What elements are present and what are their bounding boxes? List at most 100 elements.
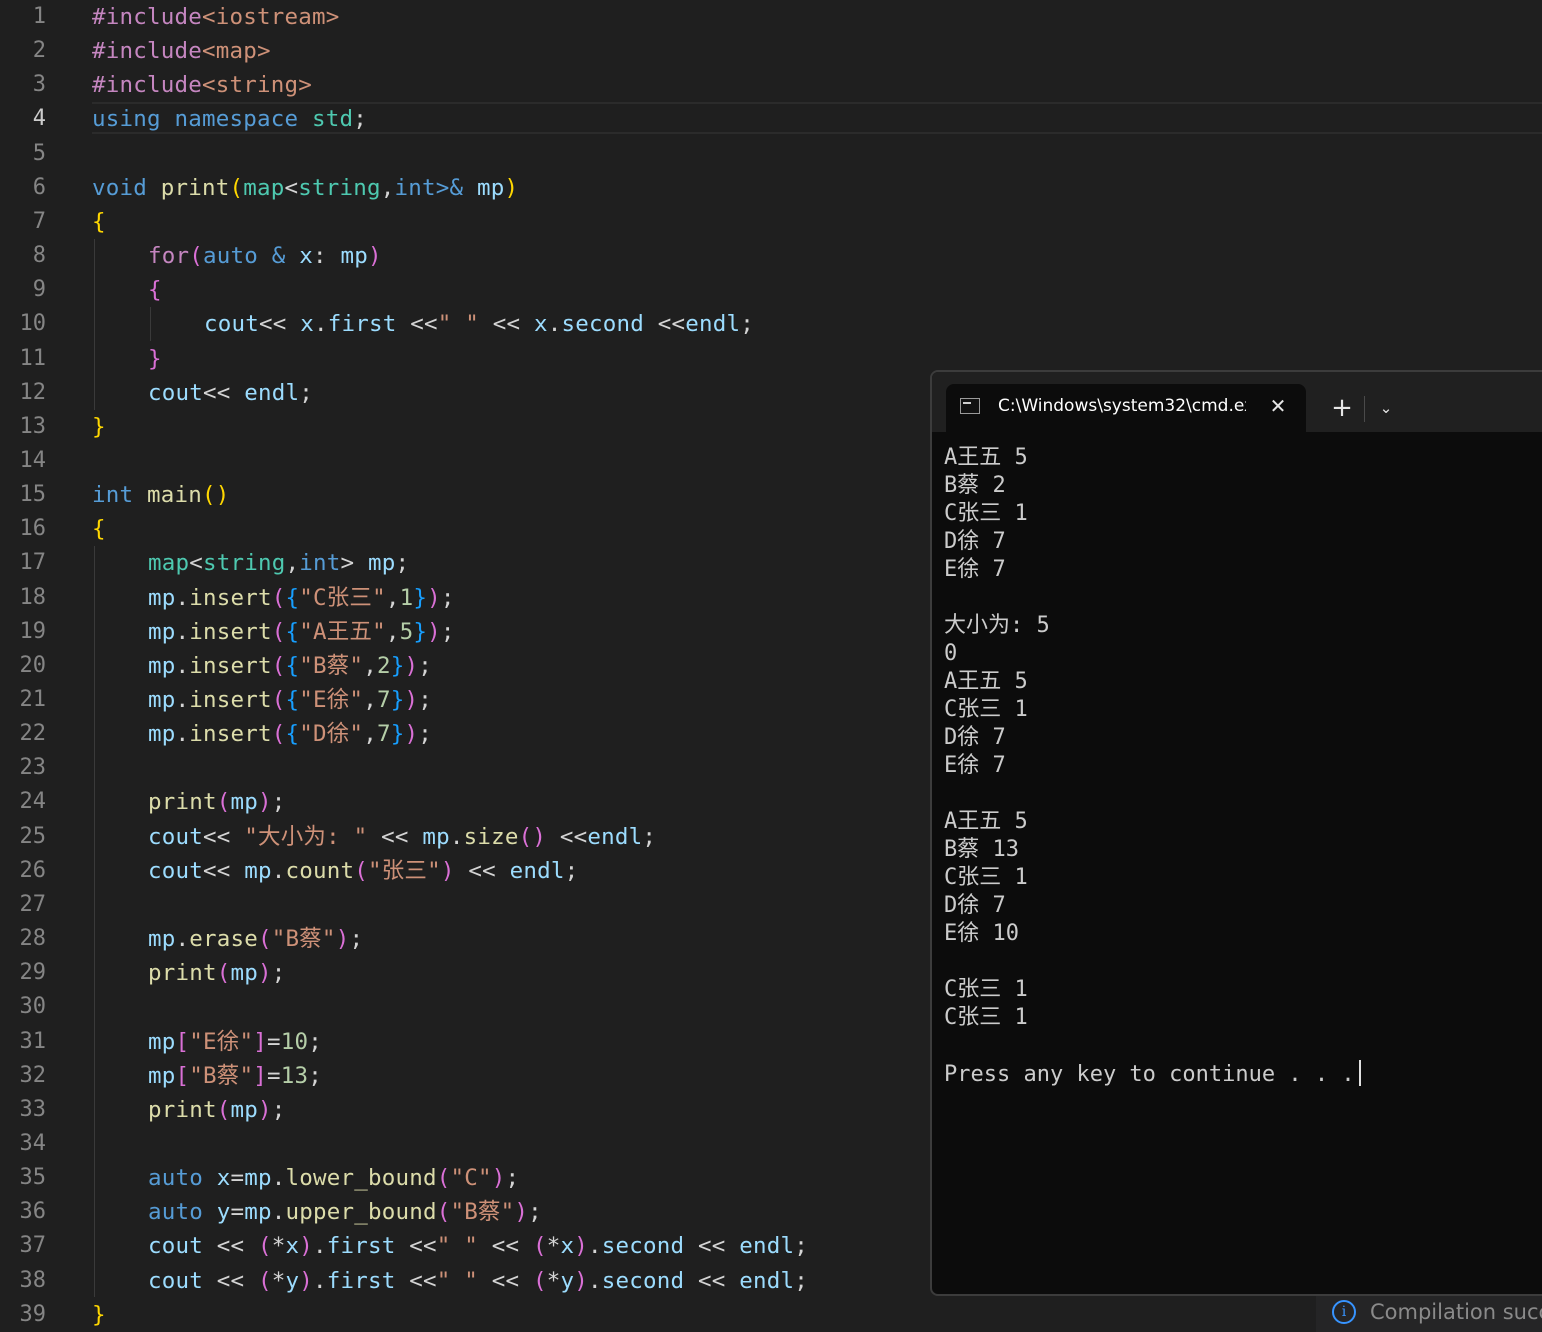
code-line: 7{ (0, 205, 1542, 239)
code-token: ; (299, 380, 313, 406)
code-token: ( (436, 1165, 451, 1191)
terminal-output-line: A王五 5 (944, 808, 1542, 836)
chevron-down-icon[interactable]: ⌄ (1372, 392, 1400, 424)
code-token: mp (148, 1029, 176, 1055)
code-text: { (148, 277, 162, 303)
code-token: using (92, 106, 161, 132)
code-token: { (285, 687, 300, 713)
code-text: mp.insert({"B蔡",2}); (148, 653, 432, 679)
code-token: ( (258, 1233, 272, 1259)
code-text: { (92, 516, 106, 542)
close-icon[interactable]: ✕ (1264, 392, 1292, 420)
terminal-window[interactable]: C:\Windows\system32\cmd.exe ✕ + ⌄ A王五 5 B… (930, 370, 1542, 1296)
code-token: ; (271, 960, 286, 986)
code-token: ) (504, 175, 519, 201)
code-token: << (367, 824, 423, 850)
code-token: cout (148, 1233, 203, 1259)
code-token: << (643, 311, 686, 337)
code-token: = (266, 1029, 281, 1055)
terminal-output-text: A王五 5 (944, 809, 1028, 834)
code-text: } (148, 346, 162, 372)
code-token: . (314, 311, 328, 337)
code-line: 5 (0, 137, 1542, 171)
terminal-titlebar: C:\Windows\system32\cmd.exe ✕ + ⌄ (932, 372, 1542, 432)
code-token: ; (353, 106, 367, 132)
code-token: ) (440, 858, 455, 884)
code-token: ; (418, 721, 432, 747)
code-token: auto (148, 1199, 203, 1225)
line-number: 31 (19, 1029, 47, 1054)
code-text: void print(map<string,int>& mp) (92, 175, 518, 201)
code-line: 6 void print(map<string,int>& mp) (0, 171, 1542, 205)
line-number: 37 (19, 1233, 47, 1258)
line-number: 5 (32, 141, 46, 166)
code-token: . (271, 1165, 286, 1191)
code-token: . (271, 1199, 286, 1225)
code-token: ; (271, 1097, 286, 1123)
code-token: << (684, 1233, 740, 1259)
code-token: & (271, 243, 286, 269)
code-token: mp (244, 858, 272, 884)
code-token: ( (216, 1097, 231, 1123)
code-token: "B蔡" (189, 1063, 254, 1089)
line-number: 35 (19, 1165, 47, 1190)
code-token: , (385, 619, 400, 645)
code-text: int main() (92, 482, 230, 508)
line-number: 8 (32, 243, 46, 268)
code-token: mp (230, 1097, 258, 1123)
code-token: map (243, 175, 285, 201)
code-text: { (92, 209, 106, 235)
code-text: using namespace std; (92, 106, 367, 132)
code-token: ) (368, 243, 382, 269)
code-token: << (684, 1268, 740, 1294)
terminal-output-text: D徐 7 (944, 893, 1006, 918)
code-token: ( (271, 653, 286, 679)
code-token: cout (204, 311, 259, 337)
code-token: mp (148, 619, 176, 645)
line-number: 28 (19, 926, 47, 951)
code-token: ; (794, 1268, 808, 1294)
terminal-output-line: D徐 7 (944, 528, 1542, 556)
terminal-output-line: E徐 7 (944, 752, 1542, 780)
terminal-tab[interactable]: C:\Windows\system32\cmd.exe ✕ (946, 384, 1306, 432)
code-token: ; (271, 789, 286, 815)
code-token: . (313, 1268, 327, 1294)
terminal-output-text: E徐 10 (944, 921, 1019, 946)
compilation-status-toast[interactable]: i Compilation succ (1316, 1296, 1542, 1332)
code-token: . (587, 1268, 602, 1294)
terminal-output-line: D徐 7 (944, 724, 1542, 752)
line-number: 9 (32, 277, 46, 302)
code-token: second (561, 311, 644, 337)
code-token: } (413, 585, 428, 611)
code-token: << (395, 1268, 437, 1294)
code-token: "张三" (367, 858, 441, 884)
code-token: for (148, 243, 190, 269)
code-text: for(auto & x: mp) (148, 243, 382, 269)
new-tab-button[interactable]: + (1326, 392, 1358, 424)
terminal-output-line: E徐 10 (944, 920, 1542, 948)
code-token: } (92, 1302, 106, 1328)
code-text: auto x=mp.lower_bound("C"); (148, 1165, 519, 1191)
code-token: , (363, 687, 377, 713)
code-text: auto y=mp.upper_bound("B蔡"); (148, 1199, 542, 1225)
line-number: 13 (19, 414, 47, 439)
terminal-output-text: D徐 7 (944, 529, 1006, 554)
terminal-output-text: A王五 5 (944, 669, 1028, 694)
code-token: ( (532, 1268, 547, 1294)
code-token: "E徐" (189, 1029, 254, 1055)
code-token: . (175, 721, 190, 747)
terminal-output-line: C张三 1 (944, 976, 1542, 1004)
terminal-output-line: A王五 5 (944, 668, 1542, 696)
terminal-output-text: C张三 1 (944, 697, 1028, 722)
code-token: ; (395, 550, 410, 576)
code-token: << (546, 824, 588, 850)
code-token: { (92, 516, 106, 542)
code-token: " " (436, 1233, 478, 1259)
code-token: x (216, 1165, 231, 1191)
code-token: first (326, 1268, 396, 1294)
code-token: "E徐" (299, 687, 364, 713)
